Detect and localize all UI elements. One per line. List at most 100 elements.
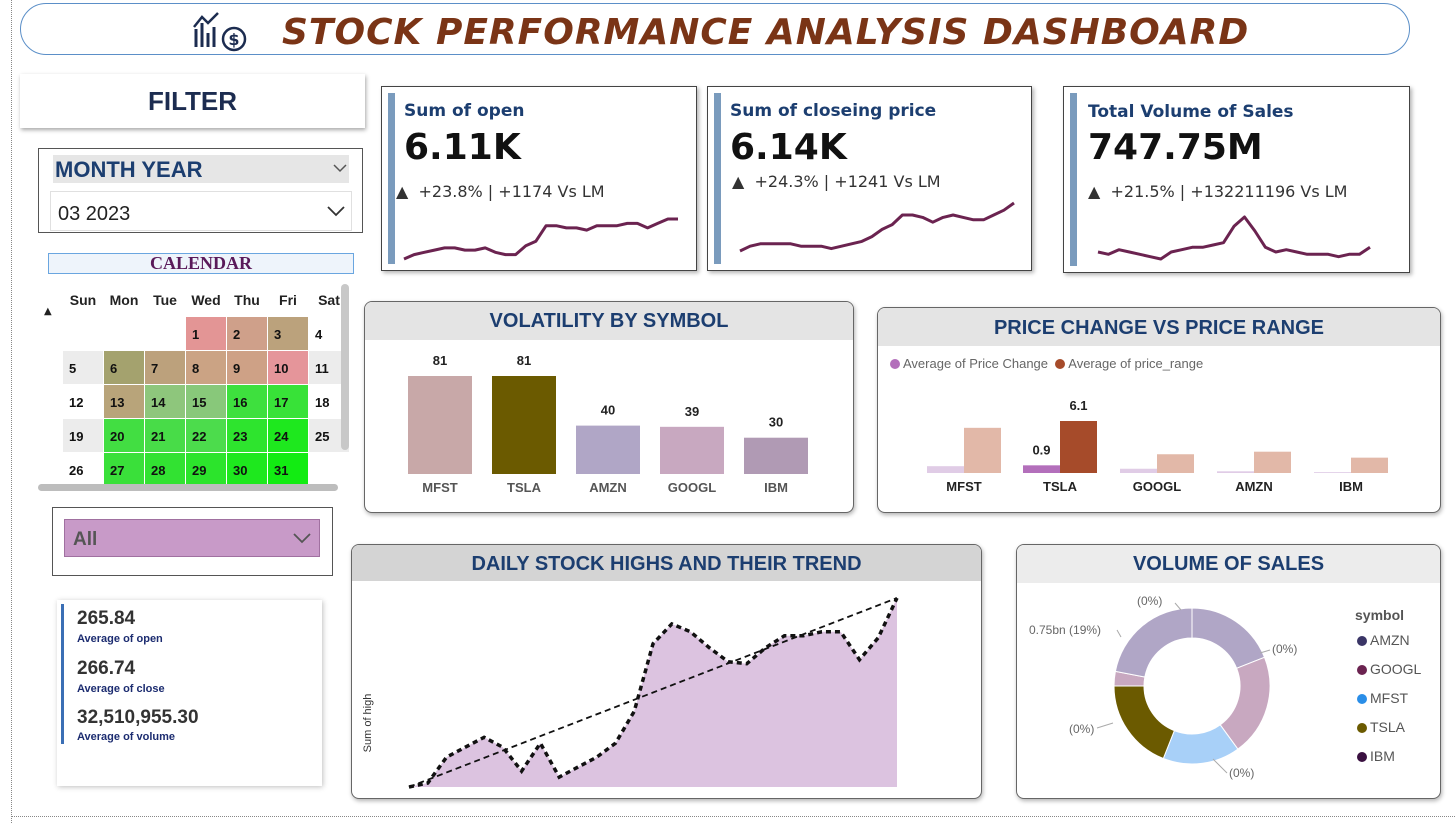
legend-item[interactable]: GOOGL xyxy=(1357,661,1421,677)
calendar-day[interactable]: 17 xyxy=(268,385,309,419)
volatility-bar xyxy=(660,426,724,474)
bar-data-label: 81 xyxy=(433,353,447,368)
chart-legend: Average of Price Change Average of price… xyxy=(890,356,1203,371)
price-bar xyxy=(1314,472,1351,473)
daily-highs-area-chart: Sum of high xyxy=(362,597,899,789)
calendar-day[interactable]: 30 xyxy=(227,453,268,487)
legend-dot xyxy=(1357,636,1367,646)
legend-label: TSLA xyxy=(1370,719,1406,735)
calendar-day[interactable]: 28 xyxy=(145,453,186,487)
price-bar xyxy=(1217,471,1254,473)
volume-of-sales-panel[interactable]: VOLUME OF SALES (0%) (0%) (0%) 0.75bn (19%)… xyxy=(1016,544,1441,799)
calendar-scrollbar[interactable] xyxy=(341,284,349,450)
calendar-day[interactable]: 6 xyxy=(104,351,145,385)
calendar-day[interactable]: 13 xyxy=(104,385,145,419)
averages-accent-bar xyxy=(61,604,64,744)
calendar-day[interactable]: 14 xyxy=(145,385,186,419)
calendar-day[interactable]: 9 xyxy=(227,351,268,385)
calendar-day[interactable]: 23 xyxy=(227,419,268,453)
price-change-bar-chart: MFST 0.9 6.1 TSLA GOOGL AMZN IBM xyxy=(927,398,1388,494)
chart-dollar-icon: $ xyxy=(193,12,247,52)
calendar-day[interactable]: 7 xyxy=(145,351,186,385)
calendar-day[interactable]: 8 xyxy=(186,351,227,385)
calendar-day[interactable]: 20 xyxy=(104,419,145,453)
month-year-slicer[interactable]: MONTH YEAR 03 2023 xyxy=(38,148,363,233)
leader-line xyxy=(1096,722,1114,729)
up-arrow-icon: ▲ xyxy=(396,182,409,201)
calendar-day[interactable]: 5 xyxy=(63,351,104,385)
month-year-header[interactable]: MONTH YEAR xyxy=(53,155,349,183)
kpi-accent-bar xyxy=(714,93,721,264)
price-bar xyxy=(927,466,964,473)
calendar-day[interactable]: 21 xyxy=(145,419,186,453)
calendar-day[interactable]: 22 xyxy=(186,419,227,453)
calendar-day[interactable]: 3 xyxy=(268,317,309,351)
sparkline-series xyxy=(739,201,1015,253)
averages-card: 265.84 Average of open 266.74 Average of… xyxy=(57,600,322,786)
kpi-sparkline xyxy=(1097,215,1371,261)
up-arrow-icon: ▲ xyxy=(1088,182,1101,201)
avg-open-label: Average of open xyxy=(77,633,163,645)
leader-line xyxy=(1212,758,1228,774)
calendar-weekday: Fri xyxy=(279,292,297,308)
legend-label: IBM xyxy=(1370,748,1395,764)
kpi-card-volume[interactable]: Total Volume of Sales 747.75M ▲ +21.5% |… xyxy=(1063,86,1410,273)
chevron-down-icon[interactable] xyxy=(333,164,347,173)
kpi-card-open[interactable]: Sum of open 6.11K ▲ +23.8% | +1174 Vs LM xyxy=(381,86,697,271)
panel-title: DAILY STOCK HIGHS AND THEIR TREND xyxy=(471,553,862,575)
panel-header: DAILY STOCK HIGHS AND THEIR TREND xyxy=(352,545,981,581)
calendar-day[interactable]: 10 xyxy=(268,351,309,385)
avg-volume-value: 32,510,955.30 xyxy=(77,707,199,728)
kpi-card-close[interactable]: Sum of closeing price 6.14K ▲ +24.3% | +… xyxy=(707,86,1032,271)
calendar-day[interactable]: 2 xyxy=(227,317,268,351)
kpi-value: 747.75M xyxy=(1088,127,1263,168)
slice-data-label: (0%) xyxy=(1272,642,1297,656)
calendar-day[interactable] xyxy=(309,453,350,487)
legend-item[interactable]: TSLA xyxy=(1357,719,1405,735)
sort-up-icon[interactable]: ▲ xyxy=(44,306,52,317)
month-year-dropdown[interactable]: 03 2023 xyxy=(50,191,352,231)
chevron-down-icon[interactable] xyxy=(327,206,345,217)
calendar-day[interactable]: 31 xyxy=(268,453,309,487)
symbol-value: All xyxy=(73,529,98,550)
volatility-bar xyxy=(744,437,808,474)
kpi-delta: ▲ +24.3% | +1241 Vs LM xyxy=(732,172,941,191)
calendar-day[interactable]: 27 xyxy=(104,453,145,487)
calendar-heatmap[interactable]: Sun Mon Tue Wed Thu Fri Sat 1 2 3 4 5 6 7 8 9 10 11 12 13 14… xyxy=(38,284,352,492)
legend-label: MFST xyxy=(1370,690,1409,706)
calendar-day[interactable]: 1 xyxy=(186,317,227,351)
chevron-down-icon[interactable] xyxy=(293,533,311,544)
legend-dot xyxy=(1357,665,1367,675)
calendar-weekday: Sun xyxy=(69,292,97,308)
calendar-day[interactable]: 24 xyxy=(268,419,309,453)
calendar-day[interactable]: 26 xyxy=(63,453,104,487)
volatility-bar-chart: 81 MFST 81 TSLA 40 AMZN 39 GOOGL 30 IBM xyxy=(408,353,808,495)
calendar-day[interactable]: 29 xyxy=(186,453,227,487)
calendar-day[interactable]: 12 xyxy=(63,385,104,419)
x-tick-label: AMZN xyxy=(589,480,627,495)
bar-data-label: 30 xyxy=(769,415,783,430)
price-change-panel[interactable]: PRICE CHANGE VS PRICE RANGE Average of P… xyxy=(877,307,1441,513)
symbol-dropdown[interactable]: All xyxy=(64,519,320,557)
leader-line xyxy=(1116,629,1122,638)
legend-dot xyxy=(890,359,900,369)
calendar-day[interactable]: 16 xyxy=(227,385,268,419)
donut-slice xyxy=(1113,685,1175,760)
calendar-horizontal-scrollbar[interactable] xyxy=(38,484,338,491)
panel-title: VOLATILITY BY SYMBOL xyxy=(489,310,729,332)
avg-open-value: 265.84 xyxy=(77,608,136,629)
avg-volume-label: Average of volume xyxy=(77,731,176,743)
sparkline-series xyxy=(1097,215,1371,261)
calendar-day[interactable]: 19 xyxy=(63,419,104,453)
volatility-panel[interactable]: VOLATILITY BY SYMBOL 81 MFST 81 TSLA 40 AMZN 3… xyxy=(364,301,854,513)
calendar-day[interactable]: 15 xyxy=(186,385,227,419)
left-dotted-border xyxy=(11,0,12,823)
legend-item[interactable]: AMZN xyxy=(1357,632,1410,648)
legend-item[interactable]: MFST xyxy=(1357,690,1408,706)
symbol-slicer[interactable]: All xyxy=(52,507,333,576)
legend-dot xyxy=(1357,752,1367,762)
legend-item[interactable]: IBM xyxy=(1357,748,1395,764)
bar-data-label: 6.1 xyxy=(1069,398,1087,413)
price-bar xyxy=(1120,468,1157,473)
daily-highs-panel[interactable]: DAILY STOCK HIGHS AND THEIR TREND Sum of… xyxy=(351,544,982,799)
